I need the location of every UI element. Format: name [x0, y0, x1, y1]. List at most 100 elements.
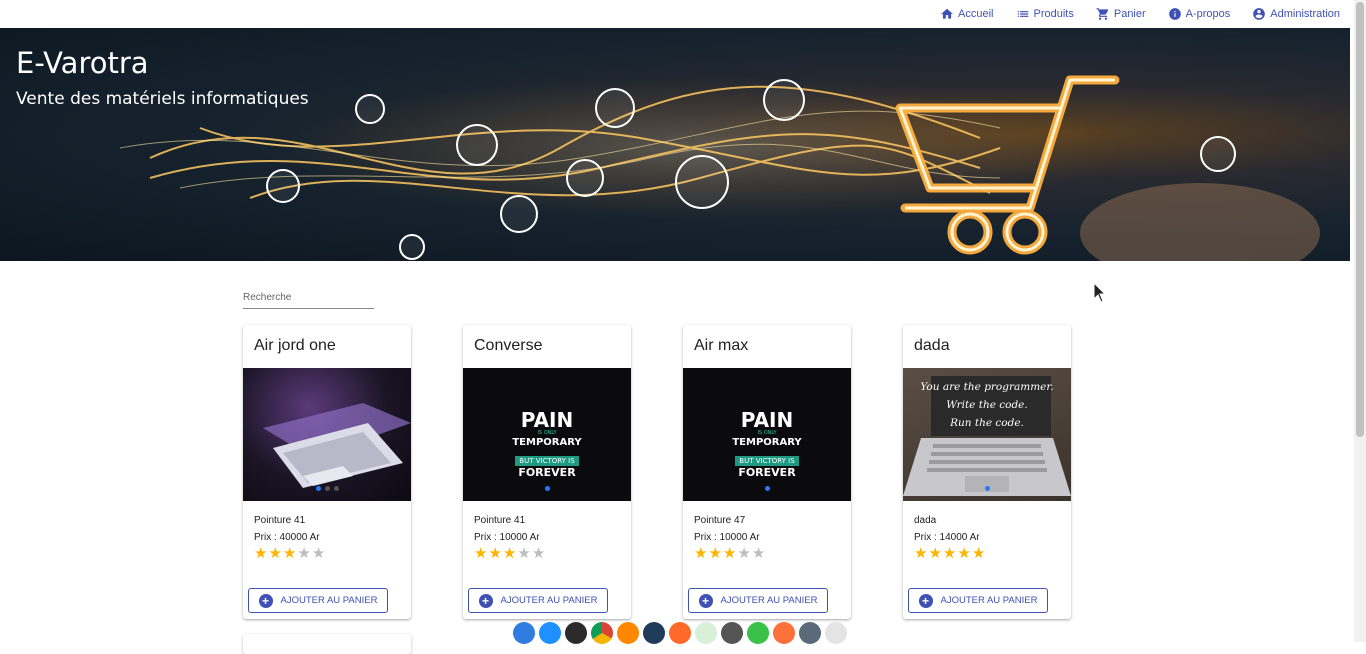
info-icon: [1168, 8, 1181, 20]
nav-administration[interactable]: Administration: [1252, 7, 1340, 21]
rating-stars[interactable]: ★ ★ ★ ★ ★: [914, 545, 985, 563]
nav-label: Administration: [1270, 8, 1340, 20]
add-to-cart-label: AJOUTER AU PANIER: [720, 595, 818, 606]
add-circle-icon: +: [698, 593, 713, 608]
finder-icon[interactable]: [513, 622, 535, 644]
carousel-dot[interactable]: [984, 486, 990, 491]
star-filled-icon[interactable]: ★: [488, 545, 501, 563]
star-empty-icon[interactable]: ★: [517, 545, 530, 563]
nav-accueil[interactable]: Accueil: [940, 7, 994, 21]
settings-icon[interactable]: [721, 622, 743, 644]
firefox-icon[interactable]: [773, 622, 795, 644]
nav-produits[interactable]: Produits: [1016, 7, 1074, 21]
star-filled-icon[interactable]: ★: [943, 545, 956, 563]
star-filled-icon[interactable]: ★: [503, 545, 516, 563]
app-store-icon[interactable]: [539, 622, 561, 644]
product-price: Prix : 14000 Ar: [914, 532, 980, 543]
laptop-image: [263, 403, 411, 488]
hero-illustration: [119, 75, 1320, 261]
carousel-dot[interactable]: [764, 486, 770, 491]
add-circle-icon: +: [258, 593, 273, 608]
search-input[interactable]: [243, 287, 374, 308]
product-image-carousel[interactable]: PAIN IS ONLY TEMPORARY BUT VICTORY IS FO…: [463, 368, 631, 501]
product-card: Converse PAIN IS ONLY TEMPORARY BUT VICT…: [463, 325, 631, 619]
system-prefs-icon[interactable]: [799, 622, 821, 644]
terminal-icon[interactable]: [565, 622, 587, 644]
carousel-dots: [683, 486, 851, 491]
product-image-carousel[interactable]: PAIN IS ONLY TEMPORARY BUT VICTORY IS FO…: [683, 368, 851, 501]
star-filled-icon[interactable]: ★: [254, 545, 267, 563]
search-field[interactable]: [243, 287, 374, 309]
account-icon: [1253, 8, 1266, 20]
nav-label: Accueil: [958, 8, 994, 20]
page-scrollbar[interactable]: [1354, 0, 1366, 642]
star-filled-icon[interactable]: ★: [914, 545, 927, 563]
nav-apropos[interactable]: A-propos: [1168, 7, 1231, 21]
star-filled-icon[interactable]: ★: [957, 545, 970, 563]
star-filled-icon[interactable]: ★: [928, 545, 941, 563]
star-filled-icon[interactable]: ★: [708, 545, 721, 563]
site-subtitle: Vente des matériels informatiques: [16, 89, 309, 109]
product-name: Converse: [474, 337, 543, 354]
product-image-carousel[interactable]: You are the programmer. Write the code. …: [903, 368, 1071, 501]
cart-icon: [1096, 8, 1109, 20]
star-filled-icon[interactable]: ★: [268, 545, 281, 563]
add-to-cart-button[interactable]: + AJOUTER AU PANIER: [688, 588, 828, 613]
sublime-icon[interactable]: [669, 622, 691, 644]
product-price: Prix : 10000 Ar: [694, 532, 760, 543]
carousel-dot[interactable]: [315, 486, 321, 491]
rating-stars[interactable]: ★ ★ ★ ★ ★: [254, 545, 325, 563]
vscode-icon[interactable]: [643, 622, 665, 644]
add-circle-icon: +: [478, 593, 493, 608]
star-empty-icon[interactable]: ★: [297, 545, 310, 563]
list-icon: [1017, 11, 1028, 17]
chrome-icon[interactable]: [591, 622, 613, 644]
product-card-partial: [243, 634, 411, 654]
product-image-carousel[interactable]: [243, 368, 411, 501]
carousel-dot[interactable]: [324, 486, 330, 491]
rating-stars[interactable]: ★ ★ ★ ★ ★: [694, 545, 765, 563]
add-to-cart-label: AJOUTER AU PANIER: [280, 595, 378, 606]
star-empty-icon[interactable]: ★: [532, 545, 545, 563]
spotify-icon[interactable]: [747, 622, 769, 644]
star-empty-icon[interactable]: ★: [312, 545, 325, 563]
product-size: Pointure 41: [474, 515, 526, 526]
poster-image: PAIN IS ONLY TEMPORARY BUT VICTORY IS FO…: [732, 408, 802, 479]
mongodb-icon[interactable]: [695, 622, 717, 644]
product-price: Prix : 10000 Ar: [474, 532, 540, 543]
star-filled-icon[interactable]: ★: [474, 545, 487, 563]
quote-text: You are the programmer. Write the code. …: [920, 381, 1054, 429]
add-to-cart-button[interactable]: + AJOUTER AU PANIER: [908, 588, 1048, 613]
carousel-dots: [243, 486, 411, 491]
scrollbar-thumb[interactable]: [1356, 2, 1364, 437]
product-size: dada: [914, 515, 937, 526]
carousel-dot[interactable]: [333, 486, 339, 491]
star-empty-icon[interactable]: ★: [752, 545, 765, 563]
star-filled-icon[interactable]: ★: [723, 545, 736, 563]
star-filled-icon[interactable]: ★: [694, 545, 707, 563]
product-size: Pointure 41: [254, 515, 306, 526]
vlc-icon[interactable]: [617, 622, 639, 644]
product-price: Prix : 40000 Ar: [254, 532, 320, 543]
nav-label: A-propos: [1185, 8, 1231, 20]
product-card: dada You are the programmer. Write the c…: [903, 325, 1071, 619]
add-to-cart-button[interactable]: + AJOUTER AU PANIER: [468, 588, 608, 613]
star-filled-icon[interactable]: ★: [283, 545, 296, 563]
carousel-dots: [903, 486, 1071, 491]
star-empty-icon[interactable]: ★: [737, 545, 750, 563]
app-dock: [513, 622, 847, 644]
nav-label: Produits: [1033, 8, 1074, 20]
nav-label: Panier: [1113, 8, 1146, 20]
rating-stars[interactable]: ★ ★ ★ ★ ★: [474, 545, 545, 563]
product-name: Air max: [694, 337, 749, 354]
nav-panier[interactable]: Panier: [1096, 7, 1146, 21]
mouse-cursor-icon: [1093, 282, 1107, 303]
top-nav: Accueil Produits Panier A-propos Adminis…: [0, 0, 1354, 28]
star-filled-icon[interactable]: ★: [972, 545, 985, 563]
hero-banner: E-Varotra Vente des matériels informatiq…: [0, 28, 1350, 261]
carousel-dots: [463, 486, 631, 491]
site-title: E-Varotra: [16, 46, 149, 80]
clock-icon[interactable]: [825, 622, 847, 644]
carousel-dot[interactable]: [544, 486, 550, 491]
add-to-cart-button[interactable]: + AJOUTER AU PANIER: [248, 588, 388, 613]
